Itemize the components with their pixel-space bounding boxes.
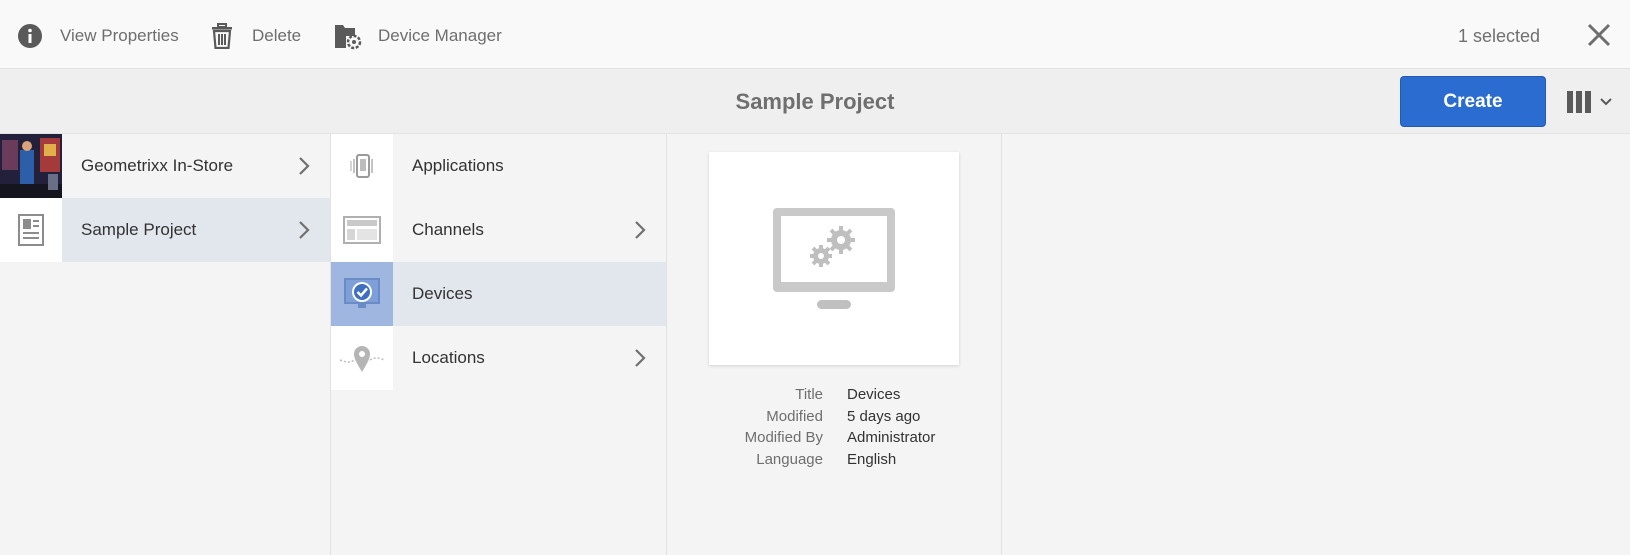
create-button[interactable]: Create xyxy=(1400,76,1546,127)
page-title: Sample Project xyxy=(735,89,895,114)
devices-thumbnail xyxy=(331,262,393,326)
list-item-channels[interactable]: Channels xyxy=(331,198,666,262)
list-item-applications[interactable]: Applications xyxy=(331,134,666,198)
delete-label: Delete xyxy=(252,26,302,45)
list-item-geometrixx[interactable]: Geometrixx In-Store xyxy=(0,134,330,198)
device-manager-button[interactable]: Device Manager xyxy=(334,18,502,54)
property-key: Language xyxy=(756,450,823,468)
project-thumbnail xyxy=(0,198,62,262)
property-value: Administrator xyxy=(847,429,936,446)
column-project-contents: Applications Channels Devices Locations xyxy=(331,134,667,555)
column-empty xyxy=(1002,134,1630,555)
view-switcher[interactable] xyxy=(1566,87,1616,117)
list-item-sample-project[interactable]: Sample Project xyxy=(0,198,330,262)
property-key: Modified xyxy=(766,407,823,425)
close-icon xyxy=(1587,23,1611,47)
properties-list: Title Devices Modified 5 days ago Modifi… xyxy=(667,386,1002,472)
applications-icon xyxy=(350,154,373,178)
list-item-devices[interactable]: Devices xyxy=(331,262,666,326)
view-properties-button[interactable]: View Properties xyxy=(16,18,179,54)
property-key: Title xyxy=(795,386,823,403)
property-row: Language English xyxy=(667,451,1002,473)
device-manager-label: Device Manager xyxy=(378,26,502,45)
chevron-down-icon xyxy=(1600,98,1612,106)
column-view-icon xyxy=(1567,91,1591,113)
delete-button[interactable]: Delete xyxy=(208,18,301,54)
channels-icon xyxy=(343,216,381,244)
location-pin-icon xyxy=(339,346,385,372)
preview-card[interactable] xyxy=(709,152,959,365)
view-properties-label: View Properties xyxy=(60,26,179,45)
device-manager-icon xyxy=(334,22,362,50)
chevron-right-icon xyxy=(635,349,646,367)
action-bar: View Properties Delete Device Manager 1 … xyxy=(0,0,1630,69)
locations-thumbnail xyxy=(331,326,393,390)
list-item-label: Geometrixx In-Store xyxy=(81,156,234,175)
channels-thumbnail xyxy=(331,198,393,262)
info-icon xyxy=(16,22,44,50)
close-selection-button[interactable] xyxy=(1586,22,1614,50)
property-row: Modified 5 days ago xyxy=(667,408,1002,430)
property-value: English xyxy=(847,450,897,468)
list-item-label: Locations xyxy=(412,348,485,367)
list-item-label: Channels xyxy=(412,220,484,239)
property-value: Devices xyxy=(847,386,901,403)
list-item-label: Applications xyxy=(412,156,504,175)
chevron-right-icon xyxy=(635,221,646,239)
list-item-label: Sample Project xyxy=(81,220,197,239)
project-thumbnail xyxy=(0,134,62,198)
property-key: Modified By xyxy=(744,429,823,446)
column-projects: Geometrixx In-Store Sample Project xyxy=(0,134,331,555)
property-row: Title Devices xyxy=(667,386,1002,408)
trash-icon xyxy=(208,22,236,50)
chevron-right-icon xyxy=(299,157,310,175)
list-item-label: Devices xyxy=(412,284,473,303)
document-icon xyxy=(18,214,44,246)
property-row: Modified By Administrator xyxy=(667,429,1002,451)
selected-check-icon xyxy=(344,278,380,308)
selection-count: 1 selected xyxy=(1457,26,1540,46)
property-value: 5 days ago xyxy=(847,407,921,425)
device-settings-icon xyxy=(773,207,895,309)
list-item-locations[interactable]: Locations xyxy=(331,326,666,390)
applications-thumbnail xyxy=(331,134,393,198)
title-bar: Sample Project Create xyxy=(0,69,1630,134)
chevron-right-icon xyxy=(299,221,310,239)
